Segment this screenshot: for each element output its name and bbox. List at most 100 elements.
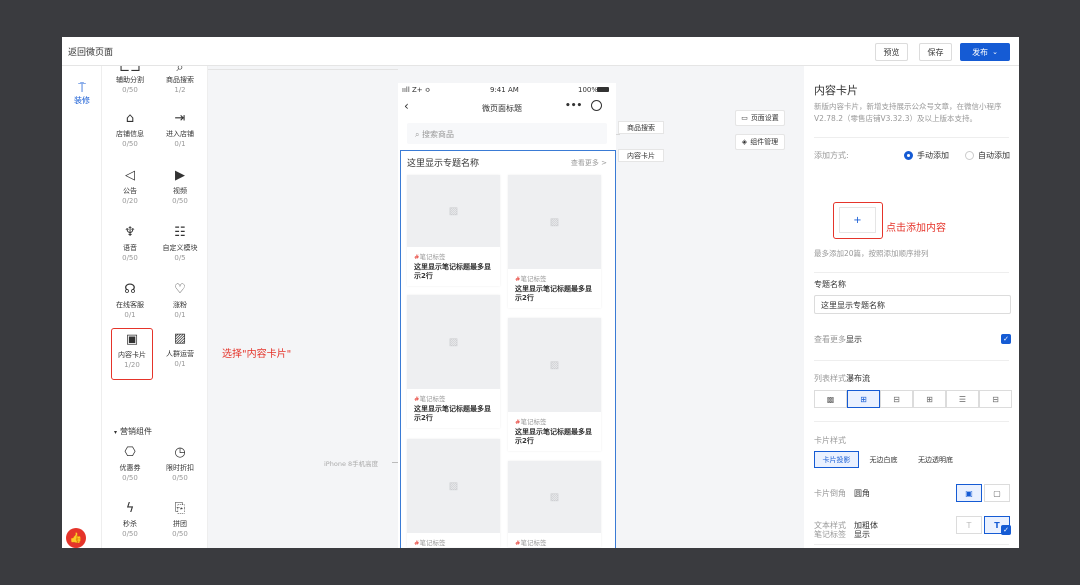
preview-button[interactable]: 预览 [875,43,908,61]
corner-label: 卡片倒角 [814,489,846,498]
phone-nav-bar: ‹ 微页面标题 ••• [398,97,616,119]
divider [814,421,1009,422]
component-count: 0/1 [124,311,136,319]
product-search-input[interactable]: ⌕ 搜索商品 [407,123,607,144]
text-bold-icon: T [994,520,1000,530]
content-card[interactable]: ▨ #笔记标签 这里显示笔记标题最多显示2行 [407,295,500,428]
back-arrow-icon[interactable]: ‹ [404,99,409,113]
component-store-info[interactable]: ⌂ 店铺信息 0/50 [106,112,154,149]
view-more-checkbox[interactable]: ✓ [1001,334,1011,344]
content-card-list[interactable]: 这里显示专题名称 查看更多 > ▨ #笔记标签 这里显示笔记标题最多显示2行 ▨… [400,150,616,548]
component-group-buy[interactable]: ⎘ 拼团 0/50 [156,502,204,539]
search-placeholder: 搜索商品 [422,130,455,139]
content-card[interactable]: ▨ #笔记标签 这里显示笔记标题最多显示2行 [508,318,601,451]
thumbs-up-icon[interactable]: 👍 [66,528,86,548]
auto-add-radio[interactable]: 自动添加 [965,150,1010,161]
float-label-product-search[interactable]: 商品搜索 [618,121,664,134]
component-crowd-ops[interactable]: ▨ 人群运营 0/1 [156,332,204,369]
status-time: 9:41 AM [490,86,519,94]
component-custom-module[interactable]: ☷ 自定义模块 0/5 [156,226,204,263]
component-coupon[interactable]: ⎔ 优惠券 0/50 [106,446,154,483]
component-voice[interactable]: ♆ 语音 0/50 [106,226,154,263]
add-content-highlight: + [833,202,883,239]
component-count: 0/50 [122,530,138,538]
status-bar: ııll Z+ ≎ 9:41 AM 100% [398,83,616,97]
note-tag-checkbox[interactable]: ✓ [1001,525,1011,535]
connector-line [616,134,620,135]
component-label: 商品搜索 [166,76,194,84]
chevron-down-icon: ⌄ [992,48,998,56]
speaker-icon: ◁ [125,168,135,183]
card-style-shadow[interactable]: 卡片投影 [814,451,859,468]
component-flash-discount[interactable]: ◷ 限时折扣 0/50 [156,446,204,483]
card-tag: #笔记标签 [414,253,446,261]
three-col-icon: ⊞ [926,394,933,404]
component-count: 0/50 [122,474,138,482]
card-title: 这里显示笔记标题最多显示2行 [414,405,491,422]
app-window: 返回微页面 预览 保存 发布⌄ ⍑ 装修 👍 ⊏⊐ 辅助分割 0/50 ⌕ 商品搜索 1… [62,37,1019,548]
left-rail: ⍑ 装修 👍 [62,66,102,548]
card-style-label: 卡片样式 [814,436,846,445]
content-card[interactable]: ▨ #笔记标签 这里显示笔记标题最多显示2行 [407,175,500,286]
marketing-section-title[interactable]: ▾ 营销组件 [114,426,152,437]
card-title: 这里显示笔记标题最多显示2行 [515,285,592,302]
text-style-normal[interactable]: T [956,516,982,534]
caret-down-icon: ▾ [114,429,118,436]
square-corner-icon: ▢ [993,488,1001,498]
more-dots-icon[interactable]: ••• [565,101,582,111]
iphone-height-marker [392,462,398,463]
search-icon: ⌕ [156,66,204,72]
list-icon: ☰ [958,394,967,404]
save-button[interactable]: 保存 [919,43,952,61]
float-label-content-card[interactable]: 内容卡片 [618,149,664,162]
corner-rounded-option[interactable]: ▣ [956,484,982,502]
component-count: 0/50 [172,197,188,205]
rail-item-decorate[interactable]: ⍑ 装修 [67,82,97,106]
card-style-white[interactable]: 无边白底 [861,451,906,468]
publish-button[interactable]: 发布 ⌄ [960,43,1010,61]
topic-name-input[interactable]: 这里显示专题名称 [814,295,1011,314]
list-style-three-col[interactable]: ⊞ [913,390,946,408]
list-style-big-image[interactable]: ▩ [814,390,847,408]
list-style-label: 列表样式 [814,374,846,383]
component-seckill[interactable]: ϟ 秒杀 0/50 [106,502,154,539]
component-manage-button[interactable]: ◈ 组件管理 [735,134,785,150]
content-card[interactable]: ▨ #笔记标签 这里显示笔记标题最多显示2行 [508,175,601,308]
corner-square-option[interactable]: ▢ [984,484,1010,502]
component-enter-store[interactable]: ⇥ 进入店铺 0/1 [156,112,204,149]
add-limit-hint: 最多添加20篇，按照添加顺序排列 [814,249,929,258]
page-settings-button[interactable]: ▭ 页面设置 [735,110,785,126]
content-card[interactable]: ▨ #笔记标签 [407,439,500,547]
card-style-transparent[interactable]: 无边透明底 [908,451,963,468]
topic-title: 这里显示专题名称 [407,159,480,169]
component-content-card[interactable]: ▣ 内容卡片 1/20 [111,328,153,380]
component-divider[interactable]: ⊏⊐ 辅助分割 0/50 [106,66,154,95]
list-style-list[interactable]: ☰ [946,390,979,408]
content-card[interactable]: ▨ #笔记标签 [508,461,601,547]
component-product-search[interactable]: ⌕ 商品搜索 1/2 [156,66,204,95]
iphone-height-label: iPhone 8手机高度 [324,460,379,468]
properties-panel: 内容卡片 新版内容卡片，新增支持展示公众号文章，在微信小程序V2.78.2（零售… [804,66,1019,548]
component-label: 公告 [123,187,137,195]
component-label: 进入店铺 [166,130,194,138]
view-more-link[interactable]: 查看更多 > [571,158,607,168]
group-buy-icon: ⎘ [174,501,186,516]
component-manage-label: 组件管理 [750,138,779,146]
list-style-waterfall[interactable]: ⊞ [847,390,880,408]
lightning-icon: ϟ [125,501,135,516]
add-content-button[interactable]: + [839,207,876,233]
component-online-service[interactable]: ☊ 在线客服 0/1 [106,283,154,320]
component-notice[interactable]: ◁ 公告 0/20 [106,169,154,206]
manual-add-radio[interactable]: 手动添加 [904,150,949,161]
component-gain-fans[interactable]: ♡ 涨粉 0/1 [156,283,204,320]
component-video[interactable]: ▶ 视频 0/50 [156,169,204,206]
text-normal-icon: T [966,520,972,530]
heart-icon: ♡ [174,282,186,297]
record-icon[interactable] [591,100,602,111]
rounded-corner-icon: ▣ [965,488,973,498]
list-style-two-col[interactable]: ⊟ [880,390,913,408]
props-description: 新版内容卡片，新增支持展示公众号文章，在微信小程序V2.78.2（零售店铺V3.… [814,102,1002,123]
list-style-slide[interactable]: ⊟ [979,390,1012,408]
back-to-micropage-link[interactable]: 返回微页面 [68,45,113,58]
component-panel: ⊏⊐ 辅助分割 0/50 ⌕ 商品搜索 1/2 ⌂ 店铺信息 0/50 ⇥ 进入店铺 0/1 ◁… [102,66,208,548]
